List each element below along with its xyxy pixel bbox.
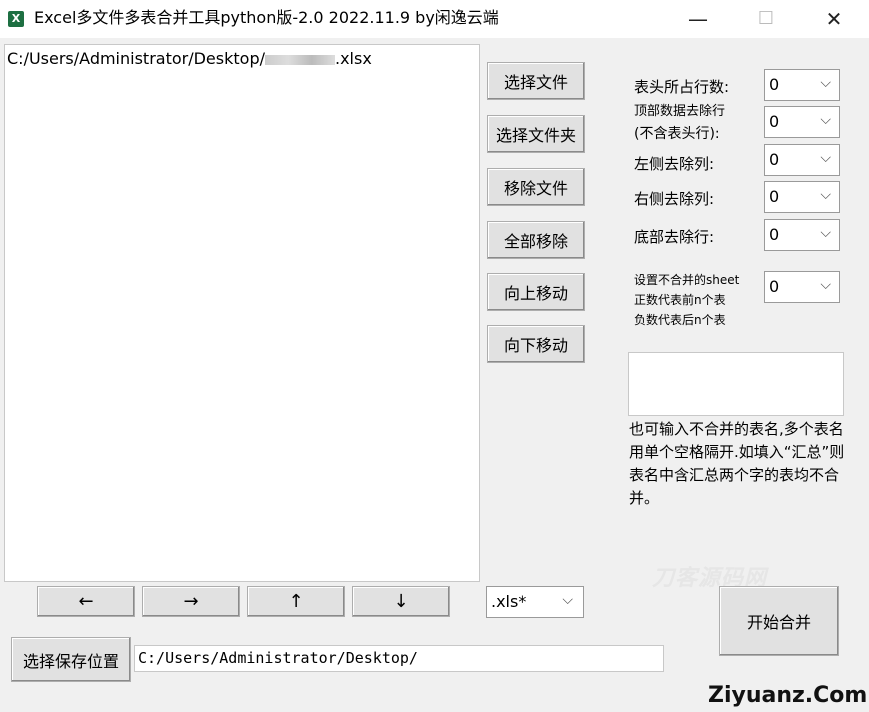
chevron-down-icon: ⌵ xyxy=(820,75,831,91)
file-list[interactable]: C:/Users/Administrator/Desktop/ .xlsx xyxy=(4,44,480,582)
select-folder-button[interactable]: 选择文件夹 xyxy=(487,115,585,153)
start-merge-button[interactable]: 开始合并 xyxy=(719,586,839,656)
window-title: Excel多文件多表合并工具python版-2.0 2022.11.9 by闲逸… xyxy=(34,8,499,27)
remove-file-button[interactable]: 移除文件 xyxy=(487,168,585,206)
right-remove-select[interactable]: 0 ⌵ xyxy=(764,181,840,213)
file-path-suffix: .xlsx xyxy=(334,49,372,68)
move-up-button[interactable]: 向上移动 xyxy=(487,273,585,311)
extension-select[interactable]: .xls* ⌵ xyxy=(486,586,584,618)
site-watermark: Ziyuanz.Com xyxy=(708,683,868,708)
move-right-button[interactable]: → xyxy=(142,586,240,617)
chevron-down-icon: ⌵ xyxy=(820,225,831,241)
bottom-remove-label: 底部去除行: xyxy=(634,228,715,246)
remove-all-button[interactable]: 全部移除 xyxy=(487,221,585,259)
move-down-button[interactable]: 向下移动 xyxy=(487,325,585,363)
excel-icon: X xyxy=(8,11,24,27)
move-down-arrow-button[interactable]: ↓ xyxy=(352,586,450,617)
extension-value: .xls* xyxy=(491,592,527,611)
chevron-down-icon: ⌵ xyxy=(562,592,573,608)
redacted-filename xyxy=(264,54,335,65)
list-item[interactable]: C:/Users/Administrator/Desktop/ .xlsx xyxy=(7,49,372,69)
save-path-input[interactable]: C:/Users/Administrator/Desktop/ xyxy=(134,645,664,672)
select-save-location-button[interactable]: 选择保存位置 xyxy=(11,637,131,682)
minimize-button[interactable]: — xyxy=(672,0,724,38)
chevron-down-icon: ⌵ xyxy=(820,150,831,166)
chevron-down-icon: ⌵ xyxy=(820,277,831,293)
header-rows-select[interactable]: 0 ⌵ xyxy=(764,69,840,101)
left-remove-label: 左侧去除列: xyxy=(634,155,715,173)
hint-text: 也可输入不合并的表名,多个表名用单个空格隔开.如填入“汇总”则表名中含汇总两个字… xyxy=(629,420,845,507)
header-rows-label: 表头所占行数: xyxy=(634,78,730,96)
sheet-exclude-label-line1: 设置不合并的sheet xyxy=(634,273,740,287)
title-bar: X Excel多文件多表合并工具python版-2.0 2022.11.9 by… xyxy=(0,0,869,38)
file-path-prefix: C:/Users/Administrator/Desktop/ xyxy=(7,49,265,68)
exclude-sheets-input[interactable] xyxy=(628,352,844,416)
top-remove-label-line1: 顶部数据去除行 xyxy=(634,104,726,119)
sheet-exclude-select[interactable]: 0 ⌵ xyxy=(764,271,840,303)
move-left-button[interactable]: ← xyxy=(37,586,135,617)
chevron-down-icon: ⌵ xyxy=(820,112,831,128)
top-remove-select[interactable]: 0 ⌵ xyxy=(764,106,840,138)
bottom-remove-select[interactable]: 0 ⌵ xyxy=(764,219,840,251)
select-file-button[interactable]: 选择文件 xyxy=(487,62,585,100)
sheet-exclude-label-line2: 正数代表前n个表 xyxy=(634,293,726,307)
close-button[interactable]: ✕ xyxy=(808,0,860,38)
right-remove-label: 右侧去除列: xyxy=(634,190,715,208)
left-remove-select[interactable]: 0 ⌵ xyxy=(764,144,840,176)
chevron-down-icon: ⌵ xyxy=(820,187,831,203)
sheet-exclude-label-line3: 负数代表后n个表 xyxy=(634,313,726,327)
maximize-button[interactable]: ☐ xyxy=(740,0,792,38)
move-up-arrow-button[interactable]: ↑ xyxy=(247,586,345,617)
top-remove-label-line2: (不含表头行): xyxy=(634,126,720,142)
